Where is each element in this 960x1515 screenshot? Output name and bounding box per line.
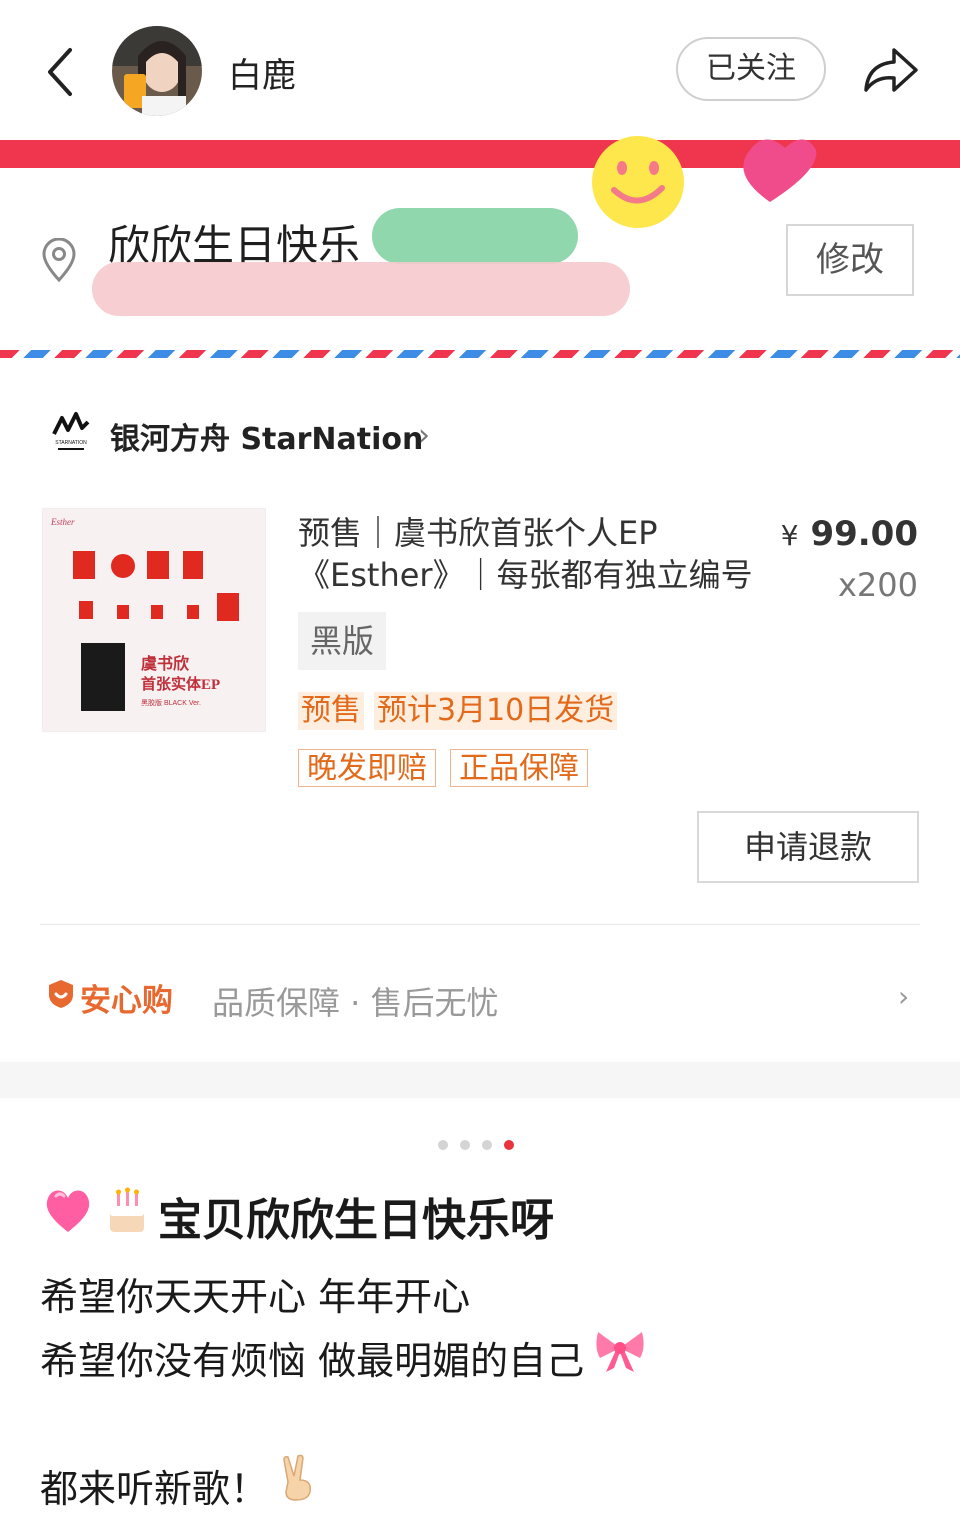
share-icon [864,48,918,92]
authentic-guarantee-badge: 正品保障 [450,749,588,787]
page-dot[interactable] [482,1140,492,1150]
chevron-left-icon [48,48,72,96]
svg-text:Esther: Esther [50,517,75,527]
page-dot-active[interactable] [504,1140,514,1150]
edit-address-button[interactable]: 修改 [786,224,914,296]
chevron-right-icon[interactable]: › [418,418,430,453]
smiley-heart-sticker [580,130,840,230]
post-line: 都来听新歌！ [40,1467,269,1511]
guarantee-name[interactable]: 安心购 [80,975,173,1020]
shield-icon [46,978,76,1010]
product-price: ¥ 99.00 [781,514,918,554]
divider [40,924,920,925]
product-quantity: x200 [837,566,918,604]
ship-date-tag: 预计3月10日发货 [374,692,618,730]
page-dot[interactable] [438,1140,448,1150]
page-dot[interactable] [460,1140,470,1150]
product-image[interactable]: Esther 虞书欣 首张实体EP 黑胶版 BLACK Ver. [42,508,266,732]
back-button[interactable] [42,44,82,100]
store-logo: STARNATION [50,408,92,454]
follow-button[interactable]: 已关注 [676,37,826,101]
victory-hand-emoji-icon [278,1454,318,1502]
post-line: 希望你没有烦恼 做最明媚的自己 [40,1339,585,1383]
avatar[interactable] [112,26,202,116]
product-image-line2: 首张实体EP [141,675,220,693]
presale-tag: 预售 [298,692,364,730]
store-name-link[interactable]: 银河方舟 StarNation [110,414,423,458]
post-title: 宝贝欣欣生日快乐呀 [158,1195,554,1246]
product-variant: 黑版 [298,612,387,670]
location-icon [40,237,78,283]
heart-emoji-icon [42,1186,94,1236]
username[interactable]: 白鹿 [228,48,296,97]
post-line: 希望你天天开心 年年开心 [40,1275,471,1319]
guarantee-desc[interactable]: 品质保障 · 售后无忧 [212,978,499,1024]
chevron-right-icon[interactable]: › [898,980,909,1013]
refund-button[interactable]: 申请退款 [697,811,919,883]
currency-symbol: ¥ [780,519,799,552]
late-compensation-badge: 晚发即赔 [298,749,436,787]
product-title[interactable]: 预售｜虞书欣首张个人EP《Esther》｜每张都有独立编号 [298,512,786,596]
redaction-mark [372,208,578,264]
share-button[interactable] [860,40,920,100]
cake-emoji-icon [102,1186,152,1236]
ribbon-emoji-icon [594,1328,646,1374]
product-image-line1: 虞书欣 [141,654,189,673]
store-logo-text: STARNATION [55,440,87,446]
envelope-stripe [0,350,960,358]
section-gap [0,1062,960,1098]
product-image-line3: 黑胶版 BLACK Ver. [141,698,201,707]
price-value: 99.00 [810,514,918,554]
redaction-mark [92,262,630,316]
